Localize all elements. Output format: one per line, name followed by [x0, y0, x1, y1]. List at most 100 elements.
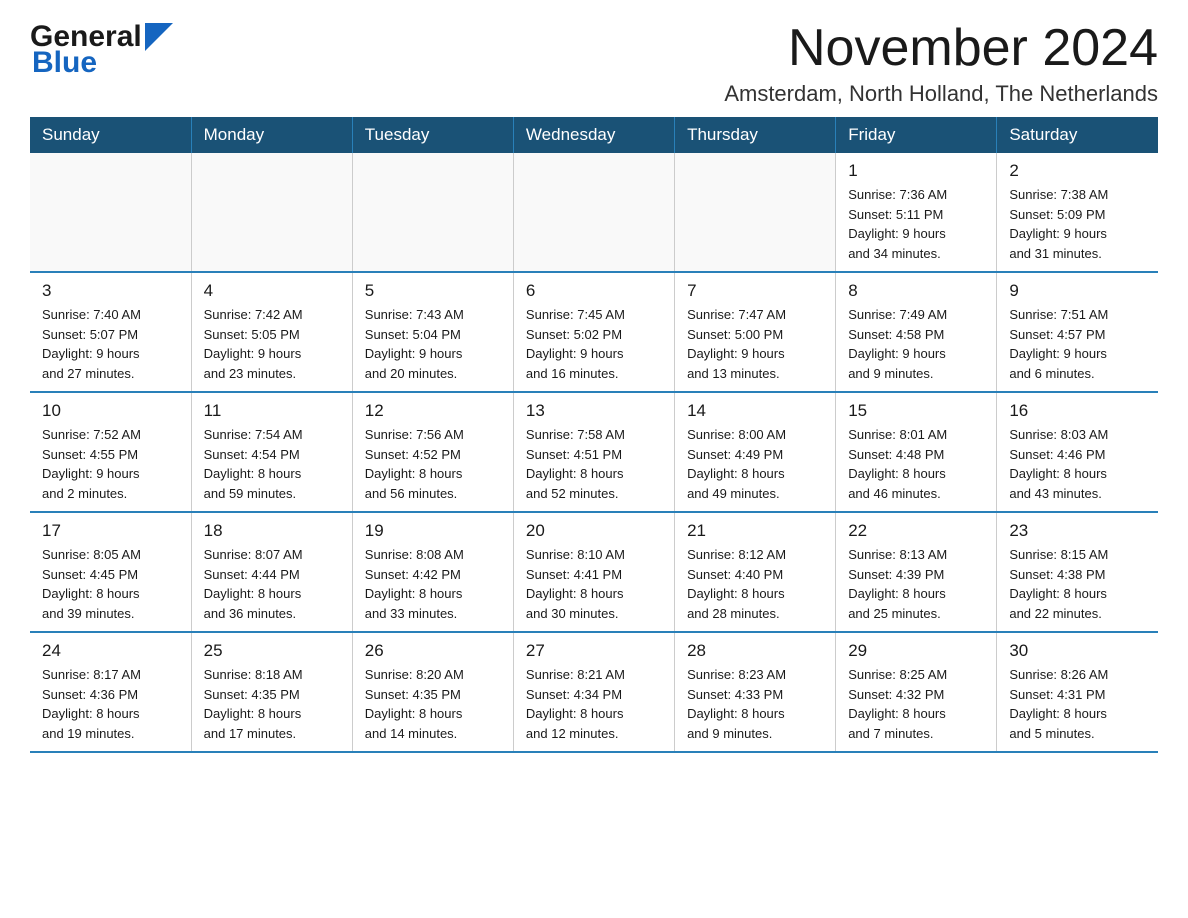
calendar-cell: 1 Sunrise: 7:36 AM Sunset: 5:11 PM Daylig…	[836, 153, 997, 272]
day-number: 23	[1009, 521, 1146, 541]
calendar-cell: 25 Sunrise: 8:18 AM Sunset: 4:35 PM Dayli…	[191, 632, 352, 752]
day-info: Sunrise: 8:18 AM Sunset: 4:35 PM Dayligh…	[204, 665, 340, 743]
calendar-cell: 20Sunrise: 8:10 AM Sunset: 4:41 PM Dayli…	[513, 512, 674, 632]
calendar-cell	[513, 153, 674, 272]
day-info: Sunrise: 8:08 AM Sunset: 4:42 PM Dayligh…	[365, 545, 501, 623]
day-number: 3	[42, 281, 179, 301]
day-info: Sunrise: 7:45 AM Sunset: 5:02 PM Dayligh…	[526, 305, 662, 383]
calendar-cell: 18 Sunrise: 8:07 AM Sunset: 4:44 PM Dayli…	[191, 512, 352, 632]
calendar-header: SundayMondayTuesdayWednesdayThursdayFrid…	[30, 117, 1158, 153]
day-info: Sunrise: 8:00 AM Sunset: 4:49 PM Dayligh…	[687, 425, 823, 503]
day-info: Sunrise: 7:38 AM Sunset: 5:09 PM Dayligh…	[1009, 185, 1146, 263]
day-number: 18	[204, 521, 340, 541]
calendar-cell	[675, 153, 836, 272]
day-info: Sunrise: 7:42 AM Sunset: 5:05 PM Dayligh…	[204, 305, 340, 383]
calendar-cell: 2Sunrise: 7:38 AM Sunset: 5:09 PM Daylig…	[997, 153, 1158, 272]
day-number: 28	[687, 641, 823, 661]
day-info: Sunrise: 7:54 AM Sunset: 4:54 PM Dayligh…	[204, 425, 340, 503]
calendar-cell: 29Sunrise: 8:25 AM Sunset: 4:32 PM Dayli…	[836, 632, 997, 752]
calendar-cell: 4 Sunrise: 7:42 AM Sunset: 5:05 PM Daylig…	[191, 272, 352, 392]
calendar-cell: 9 Sunrise: 7:51 AM Sunset: 4:57 PM Daylig…	[997, 272, 1158, 392]
day-info: Sunrise: 8:03 AM Sunset: 4:46 PM Dayligh…	[1009, 425, 1146, 503]
calendar-table: SundayMondayTuesdayWednesdayThursdayFrid…	[30, 117, 1158, 753]
day-info: Sunrise: 8:21 AM Sunset: 4:34 PM Dayligh…	[526, 665, 662, 743]
weekday-header-friday: Friday	[836, 117, 997, 153]
day-number: 4	[204, 281, 340, 301]
day-number: 20	[526, 521, 662, 541]
day-number: 8	[848, 281, 984, 301]
logo: General Blue	[30, 20, 173, 80]
calendar-cell: 10 Sunrise: 7:52 AM Sunset: 4:55 PM Dayli…	[30, 392, 191, 512]
day-number: 16	[1009, 401, 1146, 421]
day-number: 1	[848, 161, 984, 181]
day-number: 9	[1009, 281, 1146, 301]
title-area: November 2024 Amsterdam, North Holland, …	[724, 20, 1158, 107]
calendar-week-row: 1 Sunrise: 7:36 AM Sunset: 5:11 PM Daylig…	[30, 153, 1158, 272]
day-number: 13	[526, 401, 662, 421]
day-number: 29	[848, 641, 984, 661]
calendar-cell: 24Sunrise: 8:17 AM Sunset: 4:36 PM Dayli…	[30, 632, 191, 752]
day-number: 22	[848, 521, 984, 541]
day-number: 12	[365, 401, 501, 421]
calendar-cell	[352, 153, 513, 272]
weekday-header-sunday: Sunday	[30, 117, 191, 153]
day-info: Sunrise: 8:17 AM Sunset: 4:36 PM Dayligh…	[42, 665, 179, 743]
day-number: 6	[526, 281, 662, 301]
location-title: Amsterdam, North Holland, The Netherland…	[724, 81, 1158, 107]
calendar-cell: 16 Sunrise: 8:03 AM Sunset: 4:46 PM Dayli…	[997, 392, 1158, 512]
calendar-cell: 7 Sunrise: 7:47 AM Sunset: 5:00 PM Daylig…	[675, 272, 836, 392]
day-number: 7	[687, 281, 823, 301]
calendar-cell: 12 Sunrise: 7:56 AM Sunset: 4:52 PM Dayli…	[352, 392, 513, 512]
day-info: Sunrise: 7:40 AM Sunset: 5:07 PM Dayligh…	[42, 305, 179, 383]
day-info: Sunrise: 8:26 AM Sunset: 4:31 PM Dayligh…	[1009, 665, 1146, 743]
day-info: Sunrise: 7:43 AM Sunset: 5:04 PM Dayligh…	[365, 305, 501, 383]
calendar-cell: 17Sunrise: 8:05 AM Sunset: 4:45 PM Dayli…	[30, 512, 191, 632]
header: General Blue November 2024 Amsterdam, No…	[30, 20, 1158, 107]
calendar-cell: 30 Sunrise: 8:26 AM Sunset: 4:31 PM Dayli…	[997, 632, 1158, 752]
day-info: Sunrise: 7:58 AM Sunset: 4:51 PM Dayligh…	[526, 425, 662, 503]
calendar-cell: 14 Sunrise: 8:00 AM Sunset: 4:49 PM Dayli…	[675, 392, 836, 512]
calendar-cell	[30, 153, 191, 272]
calendar-cell: 3 Sunrise: 7:40 AM Sunset: 5:07 PM Daylig…	[30, 272, 191, 392]
calendar-cell: 11 Sunrise: 7:54 AM Sunset: 4:54 PM Dayli…	[191, 392, 352, 512]
day-info: Sunrise: 7:49 AM Sunset: 4:58 PM Dayligh…	[848, 305, 984, 383]
day-number: 5	[365, 281, 501, 301]
weekday-header-row: SundayMondayTuesdayWednesdayThursdayFrid…	[30, 117, 1158, 153]
calendar-week-row: 3 Sunrise: 7:40 AM Sunset: 5:07 PM Daylig…	[30, 272, 1158, 392]
day-info: Sunrise: 7:52 AM Sunset: 4:55 PM Dayligh…	[42, 425, 179, 503]
logo-blue-label: Blue	[32, 46, 173, 80]
calendar-body: 1 Sunrise: 7:36 AM Sunset: 5:11 PM Daylig…	[30, 153, 1158, 752]
calendar-cell: 19Sunrise: 8:08 AM Sunset: 4:42 PM Dayli…	[352, 512, 513, 632]
day-info: Sunrise: 7:36 AM Sunset: 5:11 PM Dayligh…	[848, 185, 984, 263]
calendar-cell: 5 Sunrise: 7:43 AM Sunset: 5:04 PM Daylig…	[352, 272, 513, 392]
day-info: Sunrise: 8:20 AM Sunset: 4:35 PM Dayligh…	[365, 665, 501, 743]
calendar-cell: 26Sunrise: 8:20 AM Sunset: 4:35 PM Dayli…	[352, 632, 513, 752]
day-info: Sunrise: 8:05 AM Sunset: 4:45 PM Dayligh…	[42, 545, 179, 623]
day-info: Sunrise: 8:13 AM Sunset: 4:39 PM Dayligh…	[848, 545, 984, 623]
day-info: Sunrise: 7:56 AM Sunset: 4:52 PM Dayligh…	[365, 425, 501, 503]
day-number: 10	[42, 401, 179, 421]
calendar-cell: 8 Sunrise: 7:49 AM Sunset: 4:58 PM Daylig…	[836, 272, 997, 392]
day-info: Sunrise: 8:15 AM Sunset: 4:38 PM Dayligh…	[1009, 545, 1146, 623]
day-number: 14	[687, 401, 823, 421]
month-title: November 2024	[724, 20, 1158, 77]
calendar-cell: 21Sunrise: 8:12 AM Sunset: 4:40 PM Dayli…	[675, 512, 836, 632]
weekday-header-saturday: Saturday	[997, 117, 1158, 153]
day-info: Sunrise: 7:47 AM Sunset: 5:00 PM Dayligh…	[687, 305, 823, 383]
weekday-header-monday: Monday	[191, 117, 352, 153]
day-info: Sunrise: 8:07 AM Sunset: 4:44 PM Dayligh…	[204, 545, 340, 623]
calendar-cell: 23 Sunrise: 8:15 AM Sunset: 4:38 PM Dayli…	[997, 512, 1158, 632]
day-info: Sunrise: 8:23 AM Sunset: 4:33 PM Dayligh…	[687, 665, 823, 743]
day-number: 25	[204, 641, 340, 661]
weekday-header-tuesday: Tuesday	[352, 117, 513, 153]
day-number: 21	[687, 521, 823, 541]
calendar-week-row: 24Sunrise: 8:17 AM Sunset: 4:36 PM Dayli…	[30, 632, 1158, 752]
day-number: 30	[1009, 641, 1146, 661]
day-number: 11	[204, 401, 340, 421]
day-number: 27	[526, 641, 662, 661]
calendar-cell: 22 Sunrise: 8:13 AM Sunset: 4:39 PM Dayli…	[836, 512, 997, 632]
day-info: Sunrise: 7:51 AM Sunset: 4:57 PM Dayligh…	[1009, 305, 1146, 383]
calendar-cell: 13 Sunrise: 7:58 AM Sunset: 4:51 PM Dayli…	[513, 392, 674, 512]
calendar-cell: 27 Sunrise: 8:21 AM Sunset: 4:34 PM Dayli…	[513, 632, 674, 752]
day-info: Sunrise: 8:01 AM Sunset: 4:48 PM Dayligh…	[848, 425, 984, 503]
